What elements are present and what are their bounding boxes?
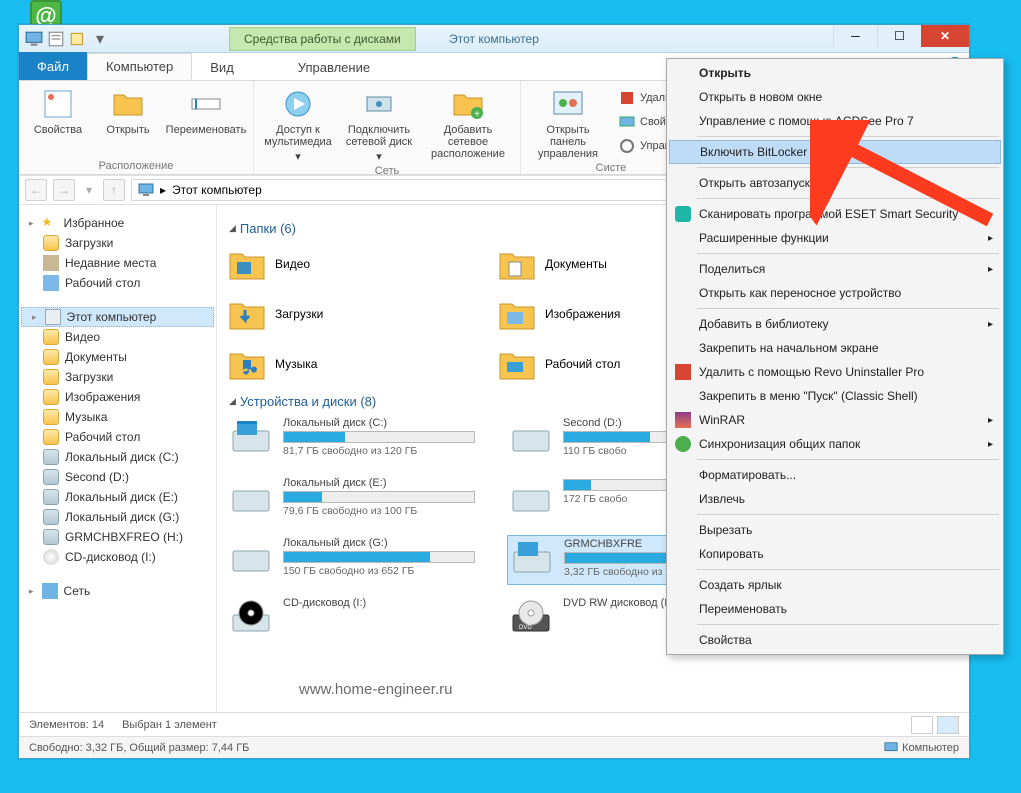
ctx-cut[interactable]: Вырезать — [669, 518, 1001, 542]
nav-cd-drive[interactable]: CD-дисковод (I:) — [19, 547, 216, 567]
contextual-tab[interactable]: Средства работы с дисками — [229, 27, 416, 51]
maximize-button[interactable]: ☐ — [877, 25, 921, 47]
ribbon-map-drive[interactable]: Подключить сетевой диск ▾ — [342, 85, 416, 163]
winrar-icon — [675, 412, 691, 428]
view-tiles-button[interactable] — [937, 716, 959, 734]
nav-back[interactable]: ← — [25, 179, 47, 201]
nav-desktop2[interactable]: Рабочий стол — [19, 427, 216, 447]
ctx-autoplay[interactable]: Открыть автозапуск... — [669, 171, 1001, 195]
ctx-portable[interactable]: Открыть как переносное устройство — [669, 281, 1001, 305]
titlebar: ▾ Средства работы с дисками Этот компьют… — [19, 25, 969, 53]
close-button[interactable]: ✕ — [921, 25, 969, 47]
tab-file[interactable]: Файл — [19, 52, 87, 80]
nav-desktop[interactable]: Рабочий стол — [19, 273, 216, 293]
nav-downloads[interactable]: Загрузки — [19, 233, 216, 253]
nav-drive-d[interactable]: Second (D:) — [19, 467, 216, 487]
nav-videos[interactable]: Видео — [19, 327, 216, 347]
svg-text:DVD: DVD — [519, 625, 532, 631]
pc-icon — [138, 182, 154, 198]
nav-recent[interactable]: Недавние места — [19, 253, 216, 273]
qat-dropdown-icon[interactable]: ▾ — [91, 30, 109, 48]
folder-videos[interactable]: Видео — [227, 242, 467, 286]
ribbon-control-panel[interactable]: Открыть панель управления — [529, 85, 607, 160]
nav-drive-e[interactable]: Локальный диск (E:) — [19, 487, 216, 507]
nav-pictures[interactable]: Изображения — [19, 387, 216, 407]
folder-downloads[interactable]: Загрузки — [227, 292, 467, 336]
ribbon-rename[interactable]: Переименовать — [167, 85, 245, 136]
ctx-acdsee[interactable]: Управление с помощью ACDSee Pro 7 — [669, 109, 1001, 133]
eset-icon — [675, 206, 691, 222]
ctx-share[interactable]: Поделиться▸ — [669, 257, 1001, 281]
ctx-shortcut[interactable]: Создать ярлык — [669, 573, 1001, 597]
nav-history-dropdown[interactable]: ▾ — [81, 179, 97, 201]
ribbon-group-location: Расположение — [27, 158, 245, 172]
ctx-classic-shell[interactable]: Закрепить в меню "Пуск" (Classic Shell) — [669, 384, 1001, 408]
nav-forward[interactable]: → — [53, 179, 75, 201]
ctx-rename[interactable]: Переименовать — [669, 597, 1001, 621]
nav-documents[interactable]: Документы — [19, 347, 216, 367]
ribbon-add-network[interactable]: +Добавить сетевое расположение — [424, 85, 512, 160]
nav-drive-c[interactable]: Локальный диск (C:) — [19, 447, 216, 467]
qat-pc-icon[interactable] — [25, 30, 43, 48]
ctx-sync[interactable]: Синхронизация общих папок▸ — [669, 432, 1001, 456]
ctx-open-new[interactable]: Открыть в новом окне — [669, 85, 1001, 109]
ctx-format[interactable]: Форматировать... — [669, 463, 1001, 487]
svg-text:+: + — [474, 109, 480, 120]
drive-g[interactable]: Локальный диск (G:)150 ГБ свободно из 65… — [227, 535, 477, 585]
tab-computer[interactable]: Компьютер — [87, 53, 192, 80]
drive-e[interactable]: Локальный диск (E:)79,6 ГБ свободно из 1… — [227, 475, 477, 525]
nav-this-pc[interactable]: Этот компьютер — [21, 307, 214, 327]
nav-drive-g[interactable]: Локальный диск (G:) — [19, 507, 216, 527]
nav-favorites[interactable]: ★Избранное — [19, 213, 216, 233]
navigation-pane[interactable]: ★Избранное Загрузки Недавние места Рабоч… — [19, 205, 217, 712]
tab-view[interactable]: Вид — [192, 55, 252, 80]
status-bar-2: Свободно: 3,32 ГБ, Общий размер: 7,44 ГБ… — [19, 736, 969, 758]
drive-c[interactable]: Локальный диск (C:)81,7 ГБ свободно из 1… — [227, 415, 477, 465]
nav-drive-h[interactable]: GRMCHBXFREO (H:) — [19, 527, 216, 547]
sync-icon — [675, 436, 691, 452]
folder-music[interactable]: Музыка — [227, 342, 467, 386]
ctx-library[interactable]: Добавить в библиотеку▸ — [669, 312, 1001, 336]
nav-network[interactable]: Сеть — [19, 581, 216, 601]
ctx-pin-start[interactable]: Закрепить на начальном экране — [669, 336, 1001, 360]
pc-status-icon — [884, 741, 898, 755]
qat-new-icon[interactable] — [69, 30, 87, 48]
ctx-winrar[interactable]: WinRAR▸ — [669, 408, 1001, 432]
window-title: Этот компьютер — [449, 32, 539, 46]
ctx-advanced[interactable]: Расширенные функции▸ — [669, 226, 1001, 250]
revo-icon — [675, 364, 691, 380]
ribbon-media-access[interactable]: Доступ к мультимедиа ▾ — [262, 85, 334, 163]
view-details-button[interactable] — [911, 716, 933, 734]
drive-cd[interactable]: CD-дисковод (I:) — [227, 595, 477, 645]
ctx-open[interactable]: Открыть — [669, 61, 1001, 85]
minimize-button[interactable]: ─ — [833, 25, 877, 47]
ribbon-properties[interactable]: Свойства — [27, 85, 89, 136]
status-bar-1: Элементов: 14Выбран 1 элемент — [19, 712, 969, 736]
ctx-eject[interactable]: Извлечь — [669, 487, 1001, 511]
watermark-text: www.home-engineer.ru — [299, 681, 452, 698]
ctx-eset[interactable]: Сканировать программой ESET Smart Securi… — [669, 202, 1001, 226]
ctx-properties[interactable]: Свойства — [669, 628, 1001, 652]
ctx-copy[interactable]: Копировать — [669, 542, 1001, 566]
ctx-revo[interactable]: Удалить с помощью Revo Uninstaller Pro — [669, 360, 1001, 384]
qat-properties-icon[interactable] — [47, 30, 65, 48]
tab-manage[interactable]: Управление — [280, 55, 388, 80]
context-menu: Открыть Открыть в новом окне Управление … — [666, 58, 1004, 655]
nav-music[interactable]: Музыка — [19, 407, 216, 427]
ctx-bitlocker[interactable]: Включить BitLocker — [669, 140, 1001, 164]
nav-up[interactable]: ↑ — [103, 179, 125, 201]
nav-downloads2[interactable]: Загрузки — [19, 367, 216, 387]
ribbon-open[interactable]: Открыть — [97, 85, 159, 136]
